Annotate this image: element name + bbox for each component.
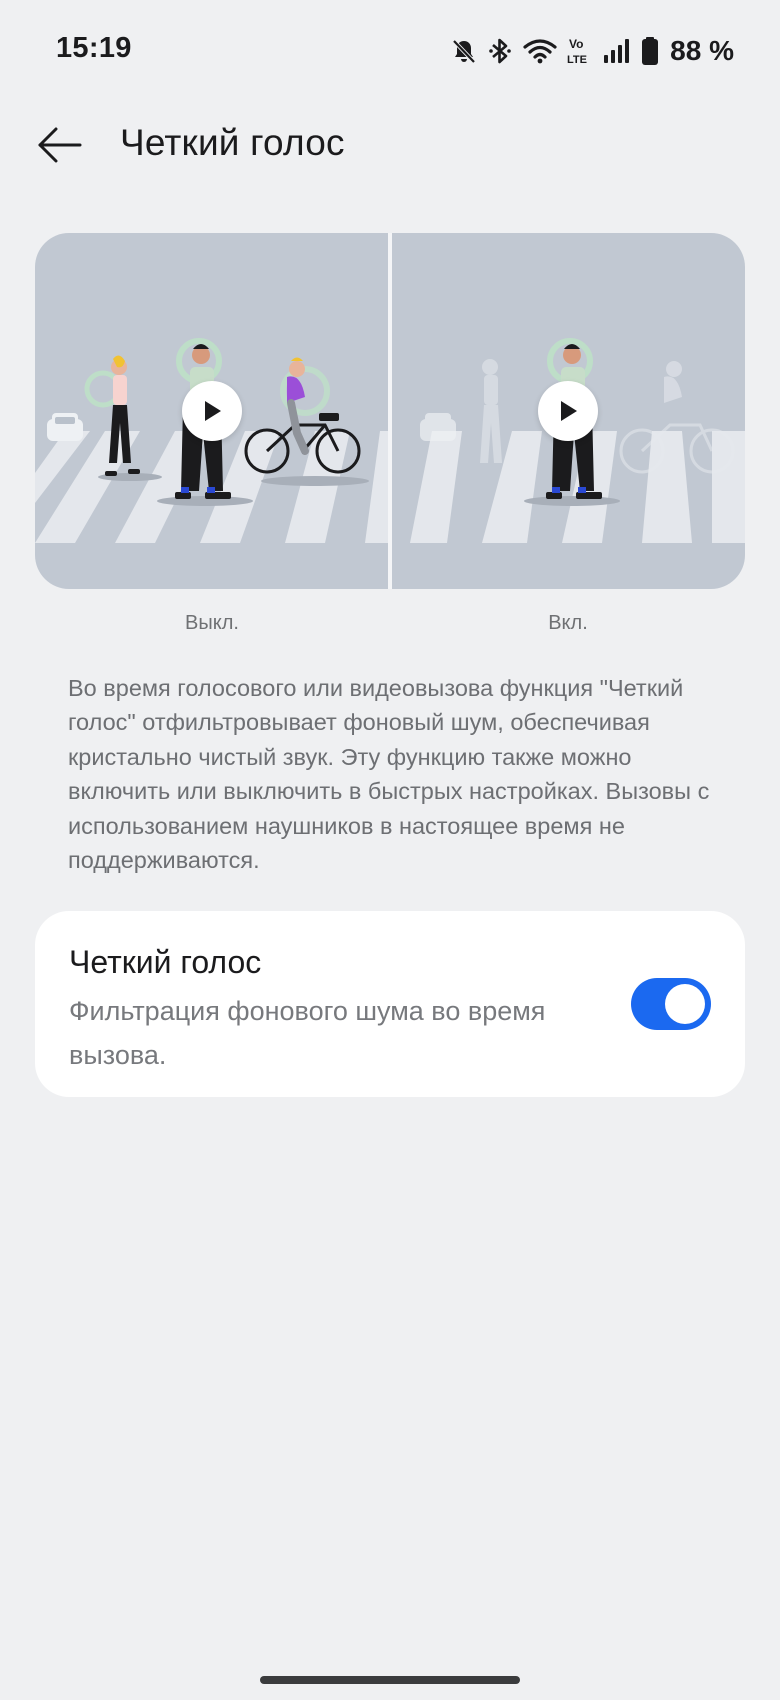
arrow-left-icon (38, 127, 82, 163)
bluetooth-icon (487, 37, 513, 65)
back-button[interactable] (34, 120, 86, 170)
app-header: Четкий голос (0, 110, 780, 180)
bell-muted-icon (450, 37, 478, 65)
toggle-knob (665, 984, 705, 1024)
volte-icon: Vo LTE (567, 36, 593, 66)
page-title: Четкий голос (120, 122, 345, 163)
battery-percent: 88 % (670, 35, 734, 66)
play-icon (561, 401, 577, 421)
feature-description: Во время голосового или видеовызова функ… (68, 675, 710, 874)
caption-on: Вкл. (548, 612, 588, 634)
play-icon (205, 401, 221, 421)
play-on-button[interactable] (538, 381, 598, 441)
home-indicator[interactable] (260, 1676, 520, 1684)
battery-icon (641, 36, 659, 66)
status-icons: Vo LTE 88 % (450, 32, 734, 70)
setting-title: Четкий голос (69, 944, 262, 980)
wifi-icon (522, 37, 558, 65)
preview-on-pane (392, 233, 745, 589)
preview-illustration (35, 233, 745, 589)
status-time: 15:19 (56, 32, 132, 64)
caption-off: Выкл. (185, 612, 239, 634)
status-bar: 15:19 Vo LTE 88 % (0, 0, 780, 100)
svg-text:LTE: LTE (567, 54, 587, 66)
preview-off-pane (35, 233, 388, 589)
clear-voice-toggle[interactable] (631, 978, 711, 1030)
signal-icon (602, 37, 632, 65)
setting-subtitle: Фильтрация фонового шума во время вызова… (69, 996, 546, 1070)
play-off-button[interactable] (182, 381, 242, 441)
svg-text:Vo: Vo (569, 37, 583, 51)
clear-voice-setting-card[interactable]: Четкий голос Фильтрация фонового шума во… (35, 911, 745, 1097)
